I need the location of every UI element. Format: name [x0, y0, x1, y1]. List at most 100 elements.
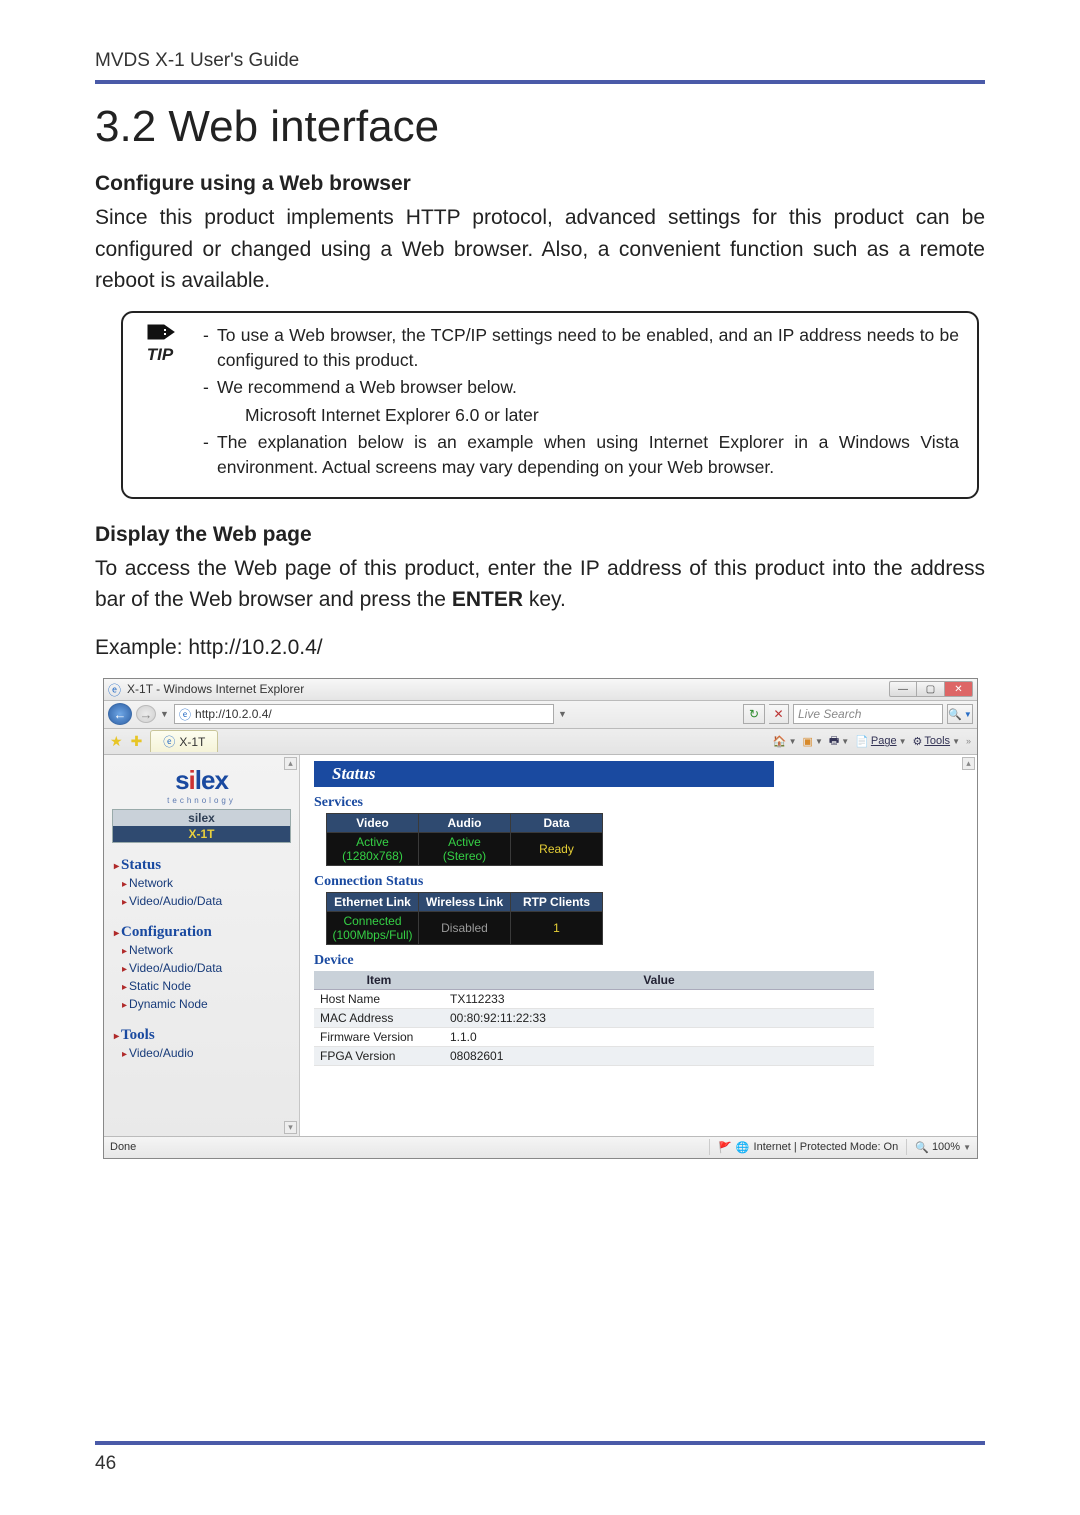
tab-favicon-icon: ⓔ — [163, 733, 175, 750]
nav-tools-heading[interactable]: ▸Tools — [114, 1027, 295, 1044]
status-banner: Status — [314, 761, 774, 787]
nav-status-vad[interactable]: ▸Video/Audio/Data — [122, 892, 295, 910]
subheading-configure: Configure using a Web browser — [95, 172, 985, 196]
window-title: X-1T - Windows Internet Explorer — [127, 682, 883, 696]
device-head-value: Value — [444, 971, 874, 990]
address-bar[interactable]: ⓔ http://10.2.0.4/ — [174, 704, 554, 724]
device-head-item: Item — [314, 971, 444, 990]
browser-navbar: ← → ▼ ⓔ http://10.2.0.4/ ▼ ↻ ✕ Live Sear… — [104, 701, 977, 729]
nav-config-heading[interactable]: ▸Configuration — [114, 924, 295, 941]
services-title: Services — [314, 795, 963, 811]
services-audio-val: Active(Stereo) — [419, 832, 511, 865]
example-url: Example: http://10.2.0.4/ — [95, 636, 985, 660]
status-zone-text: Internet | Protected Mode: On — [754, 1141, 899, 1153]
page-content: ▴ silex technology silex X-1T ▸Status ▸N… — [104, 755, 977, 1136]
browser-tabbar: ★ ✚ ⓔ X-1T 🏠▼ ▣▼ 🖶▼ 📄 Page▼ ⚙ Tools▼ » — [104, 729, 977, 755]
table-row: Host NameTX112233 — [314, 989, 874, 1008]
add-favorites-icon[interactable]: ✚ — [131, 733, 143, 750]
stop-button[interactable]: ✕ — [769, 704, 789, 724]
tip-label: TIP — [137, 345, 183, 365]
header-rule — [95, 80, 985, 84]
services-video-val: Active(1280x768) — [327, 832, 419, 865]
toolbar-home-button[interactable]: 🏠▼ — [773, 735, 797, 748]
table-row: FPGA Version08082601 — [314, 1046, 874, 1065]
table-row: MAC Address00:80:92:11:22:33 — [314, 1008, 874, 1027]
address-bar-text: http://10.2.0.4/ — [195, 707, 272, 721]
ie-favicon-icon: ⓔ — [108, 680, 121, 699]
services-col-video: Video — [327, 813, 419, 832]
running-head: MVDS X-1 User's Guide — [95, 50, 985, 80]
status-done: Done — [110, 1141, 136, 1153]
device-title: Device — [314, 953, 963, 969]
browser-tab[interactable]: ⓔ X-1T — [150, 730, 218, 752]
tip-item-1: To use a Web browser, the TCP/IP setting… — [217, 323, 959, 374]
connection-title: Connection Status — [314, 874, 963, 890]
main-panel: ▴ Status Services Video Audio Data Activ… — [300, 755, 977, 1136]
services-data-val: Ready — [511, 832, 603, 865]
tip-item-2: We recommend a Web browser below. — [217, 375, 959, 400]
page-icon: ⓔ — [179, 706, 191, 723]
window-close-button[interactable]: ✕ — [945, 681, 973, 697]
brand-logo: silex technology — [104, 765, 299, 805]
brand-subtext: technology — [104, 796, 299, 805]
nav-history-dropdown[interactable]: ▼ — [160, 709, 170, 719]
conn-col-eth: Ethernet Link — [327, 892, 419, 911]
sidebar-scroll-up[interactable]: ▴ — [284, 757, 297, 770]
conn-wl-val: Disabled — [419, 911, 511, 944]
conn-rtp-val: 1 — [511, 911, 603, 944]
sidebar: ▴ silex technology silex X-1T ▸Status ▸N… — [104, 755, 300, 1136]
nav-back-button[interactable]: ← — [108, 703, 132, 725]
toolbar-feeds-button[interactable]: ▣▼ — [803, 735, 823, 748]
zoom-icon: 🔍 — [915, 1141, 929, 1154]
nav-config-vad[interactable]: ▸Video/Audio/Data — [122, 959, 295, 977]
nav-tools-va[interactable]: ▸Video/Audio — [122, 1044, 295, 1062]
conn-col-rtp: RTP Clients — [511, 892, 603, 911]
window-minimize-button[interactable]: — — [889, 681, 917, 697]
toolbar-page-button[interactable]: 📄 Page▼ — [855, 735, 906, 748]
services-col-data: Data — [511, 813, 603, 832]
tip-box: TIP -To use a Web browser, the TCP/IP se… — [121, 311, 979, 499]
page-number: 46 — [95, 1453, 116, 1475]
favorites-icon[interactable]: ★ — [110, 733, 123, 750]
footer-rule — [95, 1441, 985, 1445]
conn-eth-val: Connected(100Mbps/Full) — [327, 911, 419, 944]
brand-bar: silex X-1T — [112, 809, 291, 843]
browser-statusbar: Done 🚩 🌐 Internet | Protected Mode: On 🔍… — [104, 1136, 977, 1158]
table-row: Firmware Version1.1.0 — [314, 1027, 874, 1046]
zoom-value: 100% — [932, 1141, 960, 1153]
tip-item-2-sub: Microsoft Internet Explorer 6.0 or later — [245, 403, 959, 428]
address-dropdown[interactable]: ▼ — [558, 709, 568, 719]
toolbar-overflow-icon[interactable]: » — [966, 736, 971, 746]
para-configure: Since this product implements HTTP proto… — [95, 202, 985, 297]
nav-config-dynamic[interactable]: ▸Dynamic Node — [122, 995, 295, 1013]
nav-config-network[interactable]: ▸Network — [122, 941, 295, 959]
services-col-audio: Audio — [419, 813, 511, 832]
section-title: 3.2 Web interface — [95, 102, 985, 152]
window-maximize-button[interactable]: ▢ — [917, 681, 945, 697]
status-globe-icon: 🌐 — [736, 1141, 750, 1154]
search-placeholder: Live Search — [798, 707, 861, 721]
conn-col-wl: Wireless Link — [419, 892, 511, 911]
nav-forward-button[interactable]: → — [136, 705, 156, 723]
device-table: Item Value Host NameTX112233 MAC Address… — [314, 971, 874, 1066]
zoom-control[interactable]: 🔍 100% ▼ — [915, 1141, 971, 1154]
sidebar-scroll-down[interactable]: ▾ — [284, 1121, 297, 1134]
brand-bar-row2: X-1T — [113, 826, 290, 842]
connection-table: Ethernet Link Wireless Link RTP Clients … — [326, 892, 603, 945]
enter-key: ENTER — [452, 588, 523, 611]
refresh-button[interactable]: ↻ — [743, 704, 765, 724]
nav-status-network[interactable]: ▸Network — [122, 874, 295, 892]
search-button[interactable]: 🔍 ▼ — [947, 704, 973, 724]
toolbar-tools-button[interactable]: ⚙ Tools▼ — [913, 735, 960, 748]
main-scroll-up[interactable]: ▴ — [962, 757, 975, 770]
tip-item-3: The explanation below is an example when… — [217, 430, 959, 481]
browser-window: ⓔ X-1T - Windows Internet Explorer — ▢ ✕… — [103, 678, 978, 1159]
services-table: Video Audio Data Active(1280x768) Active… — [326, 813, 603, 866]
toolbar-print-button[interactable]: 🖶▼ — [829, 732, 849, 751]
nav-config-static[interactable]: ▸Static Node — [122, 977, 295, 995]
status-flag-icon: 🚩 — [718, 1141, 732, 1154]
para-display: To access the Web page of this product, … — [95, 553, 985, 616]
search-box[interactable]: Live Search — [793, 704, 943, 724]
subheading-display: Display the Web page — [95, 523, 985, 547]
nav-status-heading[interactable]: ▸Status — [114, 857, 295, 874]
